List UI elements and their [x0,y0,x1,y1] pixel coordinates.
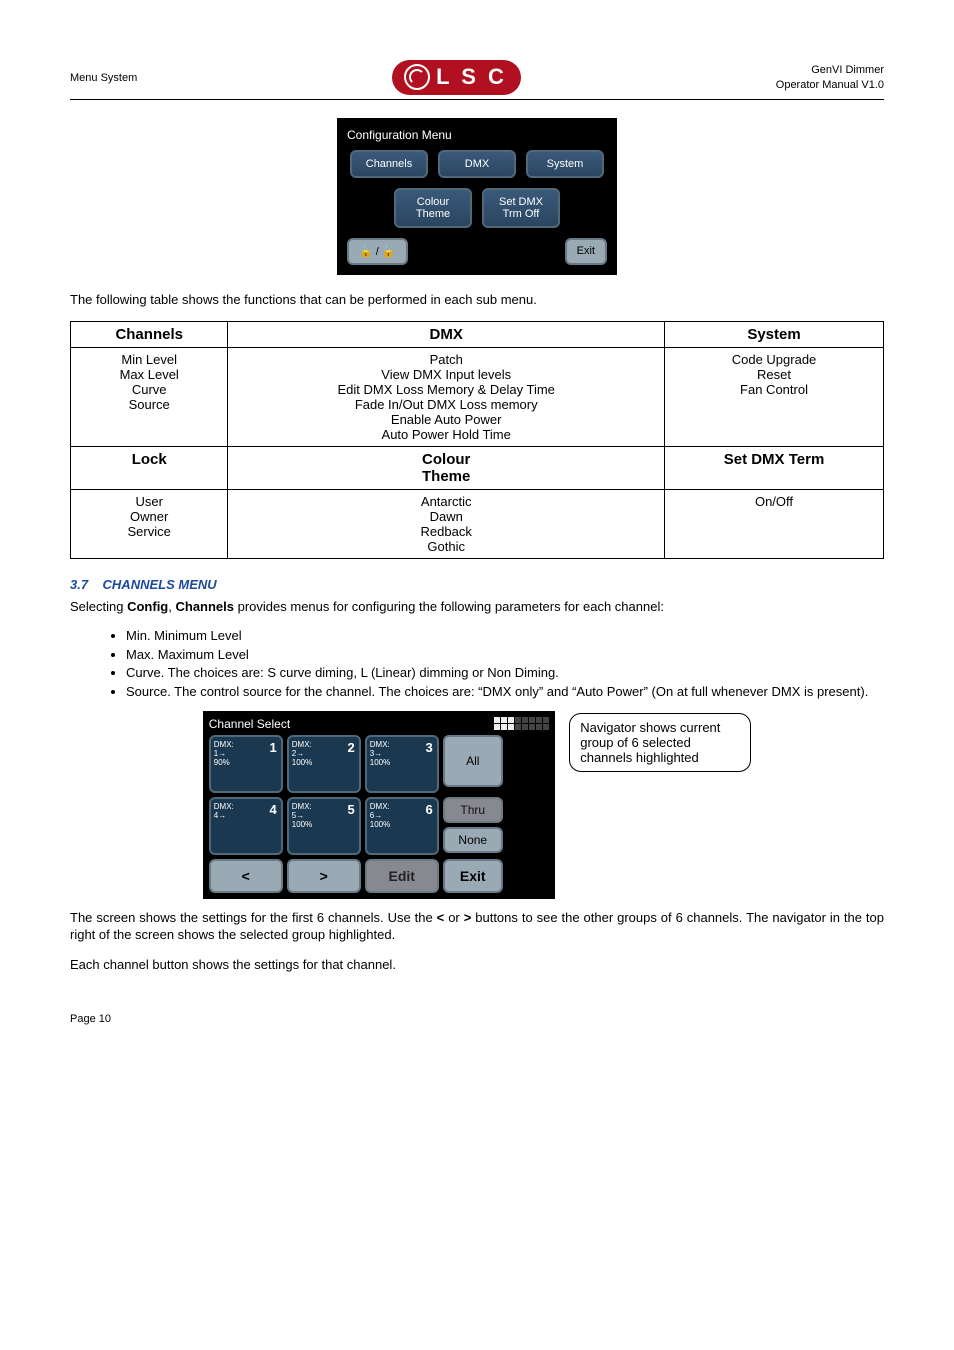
t1-arrow: 1→ [214,749,226,758]
t4-num: 4 [270,802,277,817]
dmx-button[interactable]: DMX [438,150,516,178]
prev-button[interactable]: < [209,859,283,893]
bullet-max: Max. Maximum Level [126,646,884,664]
channel-tile-2[interactable]: DMX: 2 2→ 100% [287,735,361,793]
exit-button-2[interactable]: Exit [443,859,503,893]
navigator-icon [494,717,549,730]
intro-paragraph: The following table shows the functions … [70,291,884,309]
td-set-dmx-term: On/Off [665,489,884,558]
td-colour-theme: Antarctic Dawn Redback Gothic [228,489,665,558]
bullet-source: Source. The control source for the chann… [126,683,884,701]
p2e: provides menus for configuring the follo… [234,599,664,614]
channel-tile-1[interactable]: DMX: 1 1→ 90% [209,735,283,793]
t2-dmx: DMX: [292,740,312,749]
channel-tile-5[interactable]: DMX: 5 5→ 100% [287,797,361,855]
header-right-line1: GenVI Dimmer [776,63,884,77]
ch-title: Channel Select [209,717,290,731]
edit-button[interactable]: Edit [365,859,439,893]
cfg-title: Configuration Menu [347,128,607,142]
colour-theme-button[interactable]: Colour Theme [394,188,472,228]
t4-arrow: 4→ [214,811,226,820]
t1-dmx: DMX: [214,740,234,749]
td-dmx: Patch View DMX Input levels Edit DMX Los… [228,347,665,446]
next-button[interactable]: > [287,859,361,893]
header-left: Menu System [70,72,137,84]
t3-num: 3 [426,740,433,755]
t2-pct: 100% [292,758,312,767]
th-lock: Lock [71,446,228,489]
th-colour-theme: Colour Theme [228,446,665,489]
channels-menu-intro: Selecting Config, Channels provides menu… [70,598,884,616]
t5-dmx: DMX: [292,802,312,811]
lock-toggle-button[interactable]: 🔒 / 🔓 [347,238,408,265]
t6-arrow: 6→ [370,811,382,820]
t4-dmx: DMX: [214,802,234,811]
para4: Each channel button shows the settings f… [70,956,884,974]
t5-arrow: 5→ [292,811,304,820]
p2d: Channels [175,599,234,614]
t5-pct: 100% [292,820,312,829]
th-system: System [665,321,884,347]
td-channels: Min Level Max Level Curve Source [71,347,228,446]
thru-button[interactable]: Thru [443,797,503,823]
channel-tile-6[interactable]: DMX: 6 6→ 100% [365,797,439,855]
t5-num: 5 [348,802,355,817]
section-title: CHANNELS MENU [103,577,217,592]
t1-num: 1 [270,740,277,755]
configuration-menu: Configuration Menu Channels DMX System C… [337,118,617,275]
td-lock: User Owner Service [71,489,228,558]
t2-num: 2 [348,740,355,755]
t6-pct: 100% [370,820,390,829]
channel-select-screen: Channel Select DMX: 1 1→ 90% DMX: 2 2→ [203,711,555,899]
header-divider [70,99,884,100]
t1-pct: 90% [214,758,230,767]
section-heading: 3.7 CHANNELS MENU [70,577,884,592]
t2-arrow: 2→ [292,749,304,758]
channels-bullets: Min. Minimum Level Max. Maximum Level Cu… [70,627,884,700]
section-num: 3.7 [70,577,88,592]
none-button[interactable]: None [443,827,503,853]
th-dmx: DMX [228,321,665,347]
channel-tile-3[interactable]: DMX: 3 3→ 100% [365,735,439,793]
t3-arrow: 3→ [370,749,382,758]
t6-dmx: DMX: [370,802,390,811]
navigator-callout: Navigator shows current group of 6 selec… [569,713,751,772]
t3-pct: 100% [370,758,390,767]
bullet-curve: Curve. The choices are: S curve diming, … [126,664,884,682]
t3-dmx: DMX: [370,740,390,749]
system-button[interactable]: System [526,150,604,178]
p2a: Selecting [70,599,127,614]
para3: The screen shows the settings for the fi… [70,909,884,944]
channels-button[interactable]: Channels [350,150,428,178]
th-channels: Channels [71,321,228,347]
set-dmx-term-button[interactable]: Set DMX Trm Off [482,188,560,228]
t6-num: 6 [426,802,433,817]
exit-button[interactable]: Exit [565,238,607,265]
bullet-min: Min. Minimum Level [126,627,884,645]
th-set-dmx-term: Set DMX Term [665,446,884,489]
channel-tile-4[interactable]: DMX: 4 4→ [209,797,283,855]
logo-text: L S C [436,64,507,90]
td-system: Code Upgrade Reset Fan Control [665,347,884,446]
header-right-line2: Operator Manual V1.0 [776,78,884,92]
p2b: Config [127,599,168,614]
menu-table: Channels DMX System Min Level Max Level … [70,321,884,559]
logo: L S C [392,60,521,95]
all-button[interactable]: All [443,735,503,787]
header-right: GenVI Dimmer Operator Manual V1.0 [776,63,884,92]
page-footer: Page 10 [70,1013,884,1025]
